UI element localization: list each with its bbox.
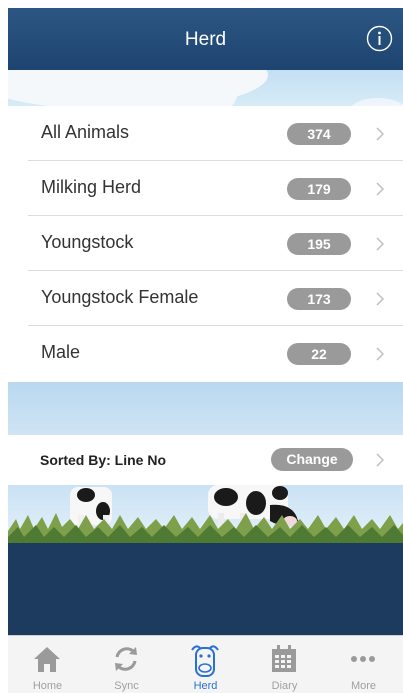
list-item[interactable]: Youngstock 195 — [8, 216, 403, 271]
count-badge: 374 — [287, 123, 351, 145]
more-icon — [351, 656, 375, 662]
count-badge: 179 — [287, 178, 351, 200]
tab-diary[interactable]: Diary — [245, 636, 324, 693]
count-badge: 173 — [287, 288, 351, 310]
list-item[interactable]: Milking Herd 179 — [8, 161, 403, 216]
herd-group-list: All Animals 374 Milking Herd 179 Youngst… — [8, 106, 403, 382]
tab-sync[interactable]: Sync — [87, 636, 166, 693]
tab-label: Home — [32, 680, 63, 692]
chevron-right-icon — [376, 347, 385, 361]
sky-banner — [8, 382, 403, 435]
home-icon — [34, 647, 60, 672]
list-item[interactable]: Youngstock Female 173 — [8, 271, 403, 326]
count-badge: 195 — [287, 233, 351, 255]
cloud — [348, 98, 403, 106]
sync-icon — [115, 647, 137, 671]
cow-icon — [191, 645, 219, 677]
info-icon — [366, 25, 393, 52]
field-illustration — [8, 485, 403, 635]
tab-label: Sync — [114, 680, 139, 692]
list-item-label: Youngstock — [41, 232, 134, 252]
sky-banner — [8, 70, 403, 106]
change-sort-button[interactable]: Change — [271, 448, 353, 471]
tab-home[interactable]: Home — [8, 636, 87, 693]
list-item[interactable]: All Animals 374 — [8, 106, 403, 161]
sort-row[interactable]: Sorted By: Line No Change — [8, 435, 403, 485]
list-item[interactable]: Male 22 — [8, 326, 403, 381]
app-frame: Herd All Animals 374 Milking Herd 179 Yo… — [8, 8, 403, 693]
calendar-icon — [272, 645, 296, 672]
list-item-label: Male — [41, 342, 81, 362]
tab-bar: Home Sync Herd Diary More — [8, 635, 403, 693]
tab-label: Diary — [271, 680, 298, 692]
info-button[interactable] — [366, 25, 393, 52]
tab-label: More — [350, 680, 377, 692]
chevron-right-icon — [376, 127, 385, 141]
list-item-label: Milking Herd — [41, 177, 142, 197]
tab-more[interactable]: More — [324, 636, 403, 693]
chevron-right-icon — [376, 292, 385, 306]
page-title: Herd — [184, 29, 227, 50]
navigation-bar: Herd — [8, 8, 403, 70]
sort-label: Sorted By: Line No — [40, 452, 167, 468]
tab-herd[interactable]: Herd — [166, 636, 245, 693]
list-item-label: All Animals — [41, 122, 130, 142]
list-item-label: Youngstock Female — [41, 287, 199, 307]
chevron-right-icon — [376, 182, 385, 196]
chevron-right-icon — [376, 237, 385, 251]
chevron-right-icon — [376, 453, 385, 467]
tab-label: Herd — [193, 680, 218, 692]
cloud — [158, 70, 238, 106]
count-badge: 22 — [287, 343, 351, 365]
